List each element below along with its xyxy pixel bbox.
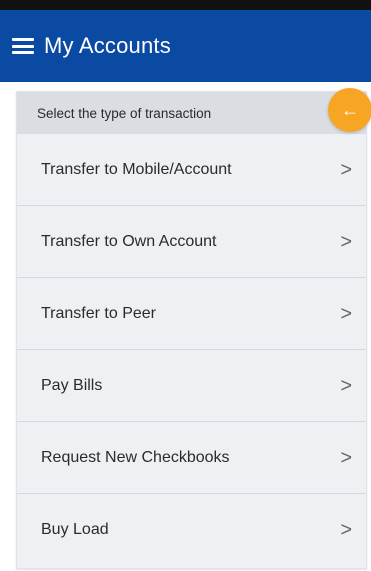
list-item-label: Buy Load <box>41 520 109 538</box>
card-header-label: Select the type of transaction <box>37 105 212 121</box>
back-button[interactable]: ← <box>328 88 371 132</box>
transaction-item-transfer-peer[interactable]: Transfer to Peer > <box>17 278 366 350</box>
card-header: Select the type of transaction ← <box>17 88 371 134</box>
chevron-right-icon: > <box>340 230 352 253</box>
transaction-item-transfer-mobile-account[interactable]: Transfer to Mobile/Account > <box>17 134 366 206</box>
chevron-right-icon: > <box>340 518 352 541</box>
list-item-label: Pay Bills <box>41 376 103 394</box>
list-item-label: Transfer to Own Account <box>41 232 217 250</box>
screen: My Accounts Select the type of transacti… <box>0 0 371 571</box>
list-item-label: Request New Checkbooks <box>41 448 230 466</box>
transaction-item-buy-load[interactable]: Buy Load > <box>17 494 366 565</box>
arrow-left-icon: ← <box>341 99 359 120</box>
status-bar <box>0 0 371 10</box>
app-bar: My Accounts <box>0 10 371 82</box>
transaction-item-transfer-own-account[interactable]: Transfer to Own Account > <box>17 206 366 278</box>
chevron-right-icon: > <box>340 158 352 181</box>
list-item-label: Transfer to Mobile/Account <box>41 160 232 178</box>
hamburger-menu-icon[interactable] <box>12 38 34 54</box>
chevron-right-icon: > <box>340 302 352 325</box>
transaction-list: Transfer to Mobile/Account > Transfer to… <box>17 134 366 565</box>
transaction-item-request-checkbooks[interactable]: Request New Checkbooks > <box>17 422 366 494</box>
page-title: My Accounts <box>44 33 171 58</box>
chevron-right-icon: > <box>340 374 352 397</box>
transaction-item-pay-bills[interactable]: Pay Bills > <box>17 350 366 422</box>
chevron-right-icon: > <box>340 446 352 469</box>
transaction-card: Select the type of transaction ← Transfe… <box>16 88 371 569</box>
list-item-label: Transfer to Peer <box>41 304 157 322</box>
